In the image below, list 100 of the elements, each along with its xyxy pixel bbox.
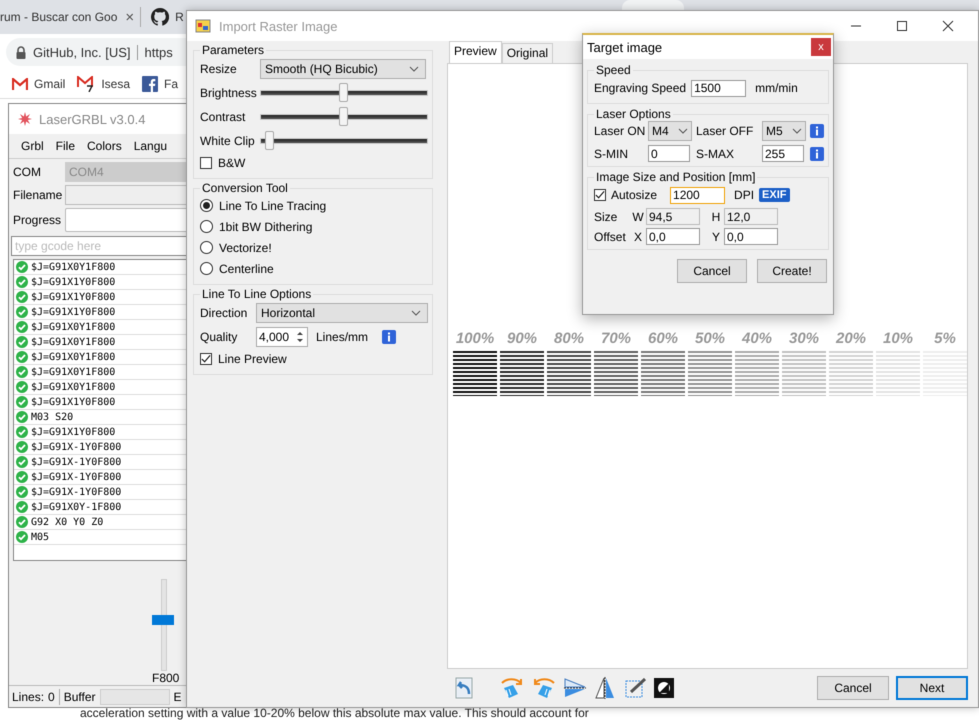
app-icon (195, 18, 211, 34)
lines-label: Lines: (12, 690, 44, 704)
menu-item[interactable]: File (56, 139, 76, 153)
laser-off-dropdown[interactable]: M5 (762, 121, 806, 141)
slider[interactable] (260, 83, 428, 103)
slider-label: Brightness (200, 86, 258, 100)
log-entry: M03 S20 (31, 412, 74, 422)
offset-field[interactable]: 0,0 (646, 228, 700, 245)
log-entry: $J=G91X-1Y0F800 (31, 456, 122, 468)
group-title: Laser Options (595, 107, 672, 121)
dialog-button[interactable]: Cancel (817, 676, 889, 700)
tab-title[interactable]: R (175, 10, 184, 24)
check-icon (16, 426, 28, 438)
dpi-label: DPI (734, 188, 754, 202)
radio-button[interactable] (200, 199, 213, 212)
s-min-label: S-MIN (594, 146, 629, 160)
check-icon (16, 471, 28, 483)
lines-value: 0 (48, 690, 55, 704)
check-icon (16, 516, 28, 528)
close-button[interactable]: x (811, 38, 831, 56)
log-entry: $J=G91X0Y1F800 (31, 366, 116, 378)
flip-vertical-icon[interactable] (563, 676, 587, 700)
crop-icon[interactable] (623, 676, 647, 700)
log-entry: $J=G91X0Y1F800 (31, 336, 116, 348)
checkbox-label: Autosize (611, 188, 658, 202)
bookmark[interactable]: Isesa (77, 76, 130, 92)
maximize-icon[interactable] (896, 20, 908, 32)
axis-label: X (632, 230, 643, 244)
radio-button[interactable] (200, 220, 213, 233)
log-entry: $J=G91X1Y0F800 (31, 426, 116, 438)
radio-label: Line To Line Tracing (219, 198, 326, 212)
checkbox-label: B&W (218, 156, 246, 170)
chevron-down-icon (409, 66, 419, 72)
tab-title[interactable]: rum - Buscar con Goo (0, 10, 118, 24)
dpi-field[interactable]: 1200 (670, 186, 726, 204)
log-entry: $J=G91X0Y-1F800 (31, 502, 122, 512)
quality-spinner[interactable]: 4,000 (256, 327, 308, 347)
laser-on-label: Laser ON (594, 124, 644, 138)
info-icon[interactable] (810, 124, 824, 138)
slider[interactable] (260, 131, 428, 151)
radio-button[interactable] (200, 241, 213, 254)
line-preview-checkbox[interactable] (200, 353, 212, 365)
group-title: Image Size and Position [mm] (595, 170, 756, 184)
status-label: E (174, 690, 182, 704)
bookmark[interactable]: Gmail (12, 77, 66, 91)
log-entry: $J=G91X1Y0F800 (31, 396, 116, 408)
offset-field[interactable]: 0,0 (724, 228, 778, 245)
progress-label: Progress (13, 213, 61, 227)
quality-label: Quality (200, 330, 238, 344)
info-icon[interactable] (382, 330, 396, 344)
checkbox-label: Line Preview (218, 352, 287, 366)
chevron-down-icon (678, 128, 688, 134)
chevron-down-icon (792, 128, 802, 134)
bookmark[interactable]: Fa (142, 76, 178, 92)
log-entry: $J=G91X0Y1F800 (31, 382, 116, 392)
filename-label: Filename (13, 188, 61, 202)
autosize-checkbox[interactable] (594, 189, 606, 201)
axis-label: Y (710, 230, 721, 244)
radio-label: 1bit BW Dithering (219, 220, 312, 234)
log-entry: $J=G91X1Y0F800 (31, 292, 116, 302)
s-max-field[interactable]: 255 (762, 145, 804, 162)
window-title: LaserGRBL v3.0.4 (39, 112, 146, 126)
close-icon[interactable] (942, 20, 954, 32)
bw-checkbox[interactable] (200, 157, 212, 169)
check-icon (16, 351, 28, 363)
percent-label: 30% (788, 330, 820, 347)
octocat-icon (151, 8, 170, 26)
direction-label: Direction (200, 306, 248, 320)
spin-arrows-icon (295, 329, 305, 345)
group-title: Conversion Tool (201, 181, 289, 195)
direction-dropdown[interactable]: Horizontal (256, 303, 428, 323)
dialog-button[interactable]: Next (896, 676, 968, 700)
tab[interactable]: Original (502, 43, 554, 63)
flip-horizontal-icon[interactable] (593, 676, 617, 700)
page-text: acceleration setting with a value 10-20% below this absolute max value. This should account for (80, 707, 589, 720)
exif-button[interactable]: EXIF (759, 188, 790, 202)
info-icon[interactable] (810, 146, 824, 160)
invert-icon[interactable] (653, 677, 675, 699)
log-entry: $J=G91X0Y1F800 (31, 352, 116, 362)
slider[interactable] (260, 107, 428, 127)
check-icon (16, 336, 28, 348)
axis-label: H (710, 210, 722, 224)
lock-icon (16, 46, 26, 58)
menu-item[interactable]: Langu (134, 139, 168, 153)
check-icon (16, 456, 28, 468)
tab-close[interactable]: × (125, 8, 134, 26)
tab[interactable]: Preview (449, 41, 502, 63)
radio-button[interactable] (200, 262, 213, 275)
resize-label: Resize (200, 62, 238, 76)
dialog-button[interactable]: Create! (757, 259, 827, 283)
resize-dropdown[interactable]: Smooth (HQ Bicubic) (260, 59, 426, 79)
buffer-label: Buffer (64, 690, 96, 704)
dialog-button[interactable]: Cancel (677, 259, 747, 283)
menu-item[interactable]: Grbl (21, 139, 44, 153)
log-entry: $J=G91X1Y0F800 (31, 306, 116, 318)
percent-label: 5% (934, 330, 956, 347)
menu-item[interactable]: Colors (87, 139, 122, 153)
laser-on-dropdown[interactable]: M4 (648, 121, 692, 141)
s-min-field[interactable]: 0 (648, 145, 690, 162)
speed-field[interactable]: 1500 (691, 80, 746, 96)
